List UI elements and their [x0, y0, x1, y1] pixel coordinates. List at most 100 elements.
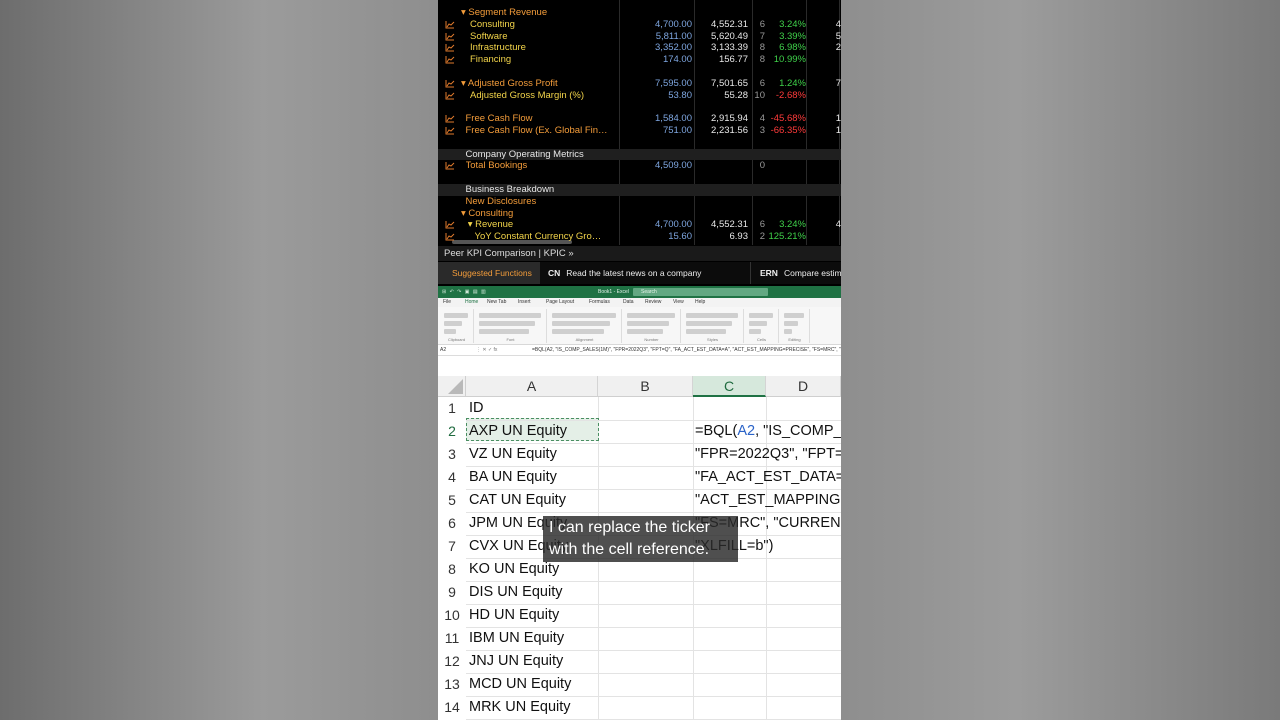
kpi-row[interactable]: ▾ Segment Revenue — [438, 7, 841, 19]
tab-formulas[interactable]: Formulas — [589, 298, 610, 307]
kpi-row[interactable] — [438, 172, 841, 184]
kpi-row[interactable]: Infrastructure 3,352.00 3,133.39 8 6.98% 2 — [438, 42, 841, 54]
ribbon-group-caption: Cells — [757, 337, 766, 342]
ribbon-group-clipboard[interactable]: Clipboard — [440, 309, 474, 343]
row-header-5[interactable]: 5 — [438, 489, 466, 512]
cell-a12[interactable]: JNJ UN Equity — [469, 650, 563, 673]
cell-a13[interactable]: MCD UN Equity — [469, 673, 571, 696]
cell-a1[interactable]: ID — [469, 397, 484, 420]
kpi-row[interactable]: ▾ Adjusted Gross Profit 7,595.00 7,501.65 6… — [438, 78, 841, 90]
chart-icon[interactable] — [445, 233, 455, 241]
chart-icon[interactable] — [445, 115, 455, 123]
kpi-value-pct: -66.35% — [770, 125, 806, 136]
kpi-row[interactable]: New Disclosures — [438, 196, 841, 208]
kpi-row[interactable]: Free Cash Flow (Ex. Global Fin… 751.00 2,2… — [438, 125, 841, 137]
tab-new-tab[interactable]: New Tab — [487, 298, 506, 307]
tab-help[interactable]: Help — [695, 298, 705, 307]
row-header-6[interactable]: 6 — [438, 512, 466, 535]
kpi-row[interactable] — [438, 101, 841, 113]
kpi-row[interactable]: Adjusted Gross Margin (%) 53.80 55.28 10 -2.… — [438, 90, 841, 102]
cell-a9[interactable]: DIS UN Equity — [469, 581, 562, 604]
kpi-value-pct: 3.24% — [779, 18, 806, 30]
kpi-value-v1: 15.60 — [668, 231, 692, 243]
kpi-label: ▾ Segment Revenue — [461, 7, 548, 18]
ribbon-group-cells[interactable]: Cells — [745, 309, 779, 343]
cell-c2-formula[interactable]: =BQL(A2, "IS_COMP_ — [695, 420, 841, 443]
chart-icon[interactable] — [445, 162, 455, 170]
kpi-value-v2: 6.93 — [729, 231, 749, 243]
cell-a5[interactable]: CAT UN Equity — [469, 489, 566, 512]
kpi-row[interactable] — [438, 66, 841, 78]
row-header-8[interactable]: 8 — [438, 558, 466, 581]
cell-a11[interactable]: IBM UN Equity — [469, 627, 564, 650]
kpi-row[interactable]: ▾ Consulting — [438, 208, 841, 220]
row-header-13[interactable]: 13 — [438, 673, 466, 696]
row-header-7[interactable]: 7 — [438, 535, 466, 558]
chart-icon[interactable] — [445, 56, 455, 64]
name-box[interactable]: A2 — [440, 345, 474, 356]
ern-description: Compare estim — [783, 268, 841, 278]
kpi-row[interactable] — [438, 137, 841, 149]
ern-function[interactable]: ERN Compare estim — [760, 262, 841, 284]
column-header-d[interactable]: D — [766, 376, 841, 397]
chart-icon[interactable] — [445, 127, 455, 135]
kpi-value-v1: 174.00 — [662, 54, 692, 66]
kpi-row[interactable]: Financing 174.00 156.77 8 10.99% — [438, 54, 841, 66]
row-header-3[interactable]: 3 — [438, 443, 466, 466]
column-header-a[interactable]: A — [466, 376, 598, 397]
cell-a4[interactable]: BA UN Equity — [469, 466, 557, 489]
kpi-value-trail: 4 — [835, 219, 841, 231]
select-all-corner[interactable] — [438, 376, 466, 397]
row-header-10[interactable]: 10 — [438, 604, 466, 627]
kpi-row[interactable]: Consulting 4,700.00 4,552.31 6 3.24% 4 — [438, 19, 841, 31]
chart-icon[interactable] — [445, 44, 455, 52]
cell-a10[interactable]: HD UN Equity — [469, 604, 559, 627]
ribbon-group-font[interactable]: Font — [475, 309, 547, 343]
kpi-label: ▾ Consulting — [461, 207, 514, 219]
row-header-2[interactable]: 2 — [438, 420, 466, 443]
ribbon-group-editing[interactable]: Editing — [780, 309, 810, 343]
cell-a2[interactable]: AXP UN Equity — [469, 420, 567, 443]
ribbon-group-number[interactable]: Number — [623, 309, 681, 343]
quick-access-toolbar[interactable]: ⊞ ↶ ↷ ▣ ▤ ▥ — [442, 289, 487, 295]
search-box[interactable]: Search — [633, 288, 768, 296]
row-header-11[interactable]: 11 — [438, 627, 466, 650]
tab-insert[interactable]: Insert — [518, 298, 531, 307]
ribbon-group-alignment[interactable]: Alignment — [548, 309, 622, 343]
tab-file[interactable]: File — [443, 298, 451, 307]
kpi-row[interactable]: Free Cash Flow 1,584.00 2,915.94 4 -45.68% 1 — [438, 113, 841, 125]
tab-review[interactable]: Review — [645, 298, 661, 307]
kpi-row[interactable]: Company Operating Metrics — [438, 148, 841, 161]
peer-kpi-comparison-link[interactable]: Peer KPI Comparison | KPIC » — [438, 246, 841, 261]
tab-view[interactable]: View — [673, 298, 684, 307]
tab-data[interactable]: Data — [623, 298, 634, 307]
row-header-9[interactable]: 9 — [438, 581, 466, 604]
chart-icon[interactable] — [445, 32, 455, 41]
cn-function[interactable]: CN Read the latest news on a company — [548, 262, 701, 284]
kpi-value-v2: 156.77 — [718, 54, 748, 66]
chart-icon[interactable] — [445, 221, 455, 229]
column-header-c[interactable]: C — [693, 376, 766, 397]
kpi-row[interactable]: Total Bookings 4,509.00 0 — [438, 160, 841, 172]
row-header-14[interactable]: 14 — [438, 696, 466, 719]
kpi-row[interactable]: Software 5,811.00 5,620.49 7 3.39% 5 — [438, 31, 841, 43]
kpi-value-v2: 7,501.65 — [711, 77, 748, 89]
kpi-row[interactable]: ▾ Revenue 4,700.00 4,552.31 6 3.24% 4 — [438, 219, 841, 231]
tab-page-layout[interactable]: Page Layout — [546, 298, 574, 307]
cell-a14[interactable]: MRK UN Equity — [469, 696, 571, 719]
row-header-4[interactable]: 4 — [438, 466, 466, 489]
column-header-b[interactable]: B — [598, 376, 693, 397]
kpi-value-v1: 4,509.00 — [655, 160, 692, 172]
kpi-row[interactable]: Business Breakdown — [438, 184, 841, 196]
row-header-12[interactable]: 12 — [438, 650, 466, 673]
fx-icon[interactable]: ⋮ ✕ ✓ fx — [476, 345, 497, 356]
formula-input[interactable]: =BQL(A2, "IS_COMP_SALES(1M)", "FPR=2022Q… — [532, 345, 841, 356]
cell-a3[interactable]: VZ UN Equity — [469, 443, 557, 466]
row-header-1[interactable]: 1 — [438, 397, 466, 420]
kpi-row[interactable]: YoY Constant Currency Gro… 15.60 6.93 2 125.… — [438, 231, 841, 243]
chart-icon[interactable] — [445, 20, 455, 29]
suggested-functions-label[interactable]: Suggested Functions — [438, 262, 540, 284]
chart-icon[interactable] — [445, 91, 455, 100]
chart-icon[interactable] — [445, 79, 455, 88]
ribbon-group-styles[interactable]: Styles — [682, 309, 744, 343]
